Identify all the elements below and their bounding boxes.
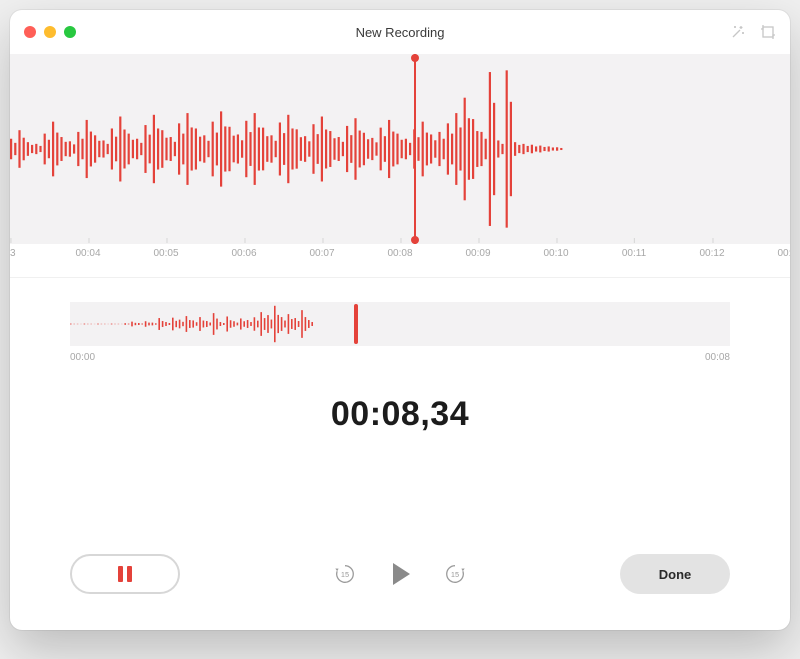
ruler-tick: 00:09: [465, 244, 490, 259]
svg-text:15: 15: [341, 570, 349, 579]
waveform-overview[interactable]: [70, 302, 730, 346]
ruler-tick: 00:10: [543, 244, 568, 259]
elapsed-time: 00:08,34: [10, 395, 790, 434]
ruler-tick: 00:07: [309, 244, 334, 259]
time-ruler: 03 00:04 00:05 00:06 00:07 00:08 00:09 00:10 00:…: [10, 244, 790, 278]
playhead[interactable]: [414, 54, 416, 244]
overview-start-time: 00:00: [70, 352, 95, 363]
skip-forward-button[interactable]: 15: [443, 562, 467, 586]
app-window: New Recording 03 00:04 00:05 00:06 00:07 00:0…: [10, 10, 790, 630]
skip-back-button[interactable]: 15: [333, 562, 357, 586]
done-button[interactable]: Done: [620, 554, 730, 594]
titlebar: New Recording: [10, 10, 790, 54]
ruler-tick: 00:13: [777, 244, 790, 259]
enhance-icon[interactable]: [730, 24, 746, 40]
minimize-window-button[interactable]: [44, 26, 56, 38]
transport-controls: 15 15: [333, 559, 467, 589]
pause-icon: [118, 566, 132, 582]
ruler-tick: 03: [10, 244, 16, 259]
ruler-tick: 00:04: [75, 244, 100, 259]
ruler-tick: 00:06: [231, 244, 256, 259]
pause-button[interactable]: [70, 554, 180, 594]
playback-controls: 15 15 Done: [10, 530, 790, 630]
overview-end-time: 00:08: [705, 352, 730, 363]
ruler-tick: 00:12: [699, 244, 724, 259]
window-controls: [24, 26, 76, 38]
window-title: New Recording: [10, 25, 790, 40]
waveform-main[interactable]: [10, 54, 790, 244]
trim-icon[interactable]: [760, 24, 776, 40]
play-button[interactable]: [385, 559, 415, 589]
maximize-window-button[interactable]: [64, 26, 76, 38]
overview-section: 00:00 00:08: [10, 278, 790, 367]
close-window-button[interactable]: [24, 26, 36, 38]
overview-playhead[interactable]: [354, 304, 358, 344]
ruler-tick: 00:05: [153, 244, 178, 259]
ruler-tick: 00:11: [622, 244, 646, 259]
titlebar-tools: [730, 24, 776, 40]
svg-text:15: 15: [451, 570, 459, 579]
ruler-tick: 00:08: [387, 244, 412, 259]
